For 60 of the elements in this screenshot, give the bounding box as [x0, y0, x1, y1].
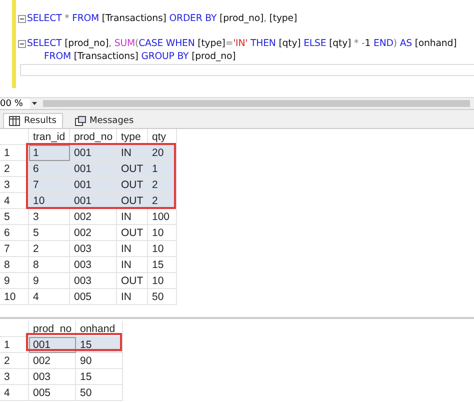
table-cell[interactable]: 7	[28, 176, 70, 192]
code-line: SELECT * FROM [Transactions] ORDER BY [prod_no], [type]	[27, 13, 298, 24]
table-cell[interactable]: 005	[28, 384, 76, 400]
row-number: 2	[0, 352, 28, 368]
results-tab[interactable]: Results	[3, 113, 62, 128]
table-cell[interactable]: 15	[148, 256, 176, 272]
table-cell[interactable]: 6	[28, 160, 70, 176]
table-cell[interactable]: 50	[148, 288, 176, 304]
table-cell[interactable]: 50	[76, 384, 122, 400]
table-cell[interactable]: 003	[70, 256, 116, 272]
table-cell[interactable]: OUT	[116, 224, 148, 240]
row-number: 8	[0, 256, 28, 272]
messages-tab[interactable]: Messages	[68, 113, 140, 128]
table-cell[interactable]: 003	[70, 240, 116, 256]
table-cell[interactable]: 2	[28, 240, 70, 256]
table-cell[interactable]: 002	[70, 224, 116, 240]
table-cell[interactable]: 002	[70, 208, 116, 224]
row-number: 10	[0, 288, 28, 304]
table-cell[interactable]: 9	[28, 272, 70, 288]
caret-icon[interactable]	[32, 102, 37, 105]
table-cell[interactable]: 1	[28, 144, 70, 160]
table-cell[interactable]: 100	[148, 208, 176, 224]
collapse-icon[interactable]	[18, 40, 26, 48]
row-number: 6	[0, 224, 28, 240]
table-cell[interactable]: 001	[70, 160, 116, 176]
table-cell[interactable]: OUT	[116, 176, 148, 192]
table-cell[interactable]: 001	[70, 176, 116, 192]
table-cell[interactable]: OUT	[116, 272, 148, 288]
collapse-icon[interactable]	[18, 14, 26, 22]
table-cell[interactable]: IN	[116, 208, 148, 224]
table-cell[interactable]: 90	[76, 352, 122, 368]
row-number: 3	[0, 368, 28, 384]
code-line: FROM [Transactions] GROUP BY [prod_no]	[44, 51, 236, 62]
table-cell[interactable]: 8	[28, 256, 70, 272]
row-number: 9	[0, 272, 28, 288]
table-cell[interactable]: 15	[76, 368, 122, 384]
table-cell[interactable]: IN	[116, 240, 148, 256]
table-cell[interactable]: IN	[116, 256, 148, 272]
row-number: 4	[0, 384, 28, 400]
table-cell[interactable]: 10	[148, 272, 176, 288]
table-cell[interactable]: 003	[70, 272, 116, 288]
table-cell[interactable]: IN	[116, 288, 148, 304]
table-cell[interactable]: 10	[148, 224, 176, 240]
row-number: 5	[0, 208, 28, 224]
table-cell[interactable]: 005	[70, 288, 116, 304]
table-cell[interactable]: 3	[28, 208, 70, 224]
table-cell[interactable]: 5	[28, 224, 70, 240]
row-number: 7	[0, 240, 28, 256]
table-cell[interactable]: 10	[148, 240, 176, 256]
table-cell[interactable]: 003	[28, 368, 76, 384]
table-cell[interactable]: IN	[116, 144, 148, 160]
table-cell[interactable]: 002	[28, 352, 76, 368]
table-cell[interactable]: 4	[28, 288, 70, 304]
code-line: SELECT [prod_no], SUM(CASE WHEN [type]='IN' THEN [qty] ELSE [qty] * -1 END) AS [onhand]	[27, 38, 457, 49]
grid-icon	[9, 116, 20, 126]
table-cell[interactable]: OUT	[116, 160, 148, 176]
horizontal-scrollbar[interactable]	[43, 100, 470, 107]
table-cell[interactable]: 001	[70, 144, 116, 160]
messages-icon	[74, 116, 86, 126]
zoom-dropdown[interactable]: 00 %	[0, 98, 30, 108]
